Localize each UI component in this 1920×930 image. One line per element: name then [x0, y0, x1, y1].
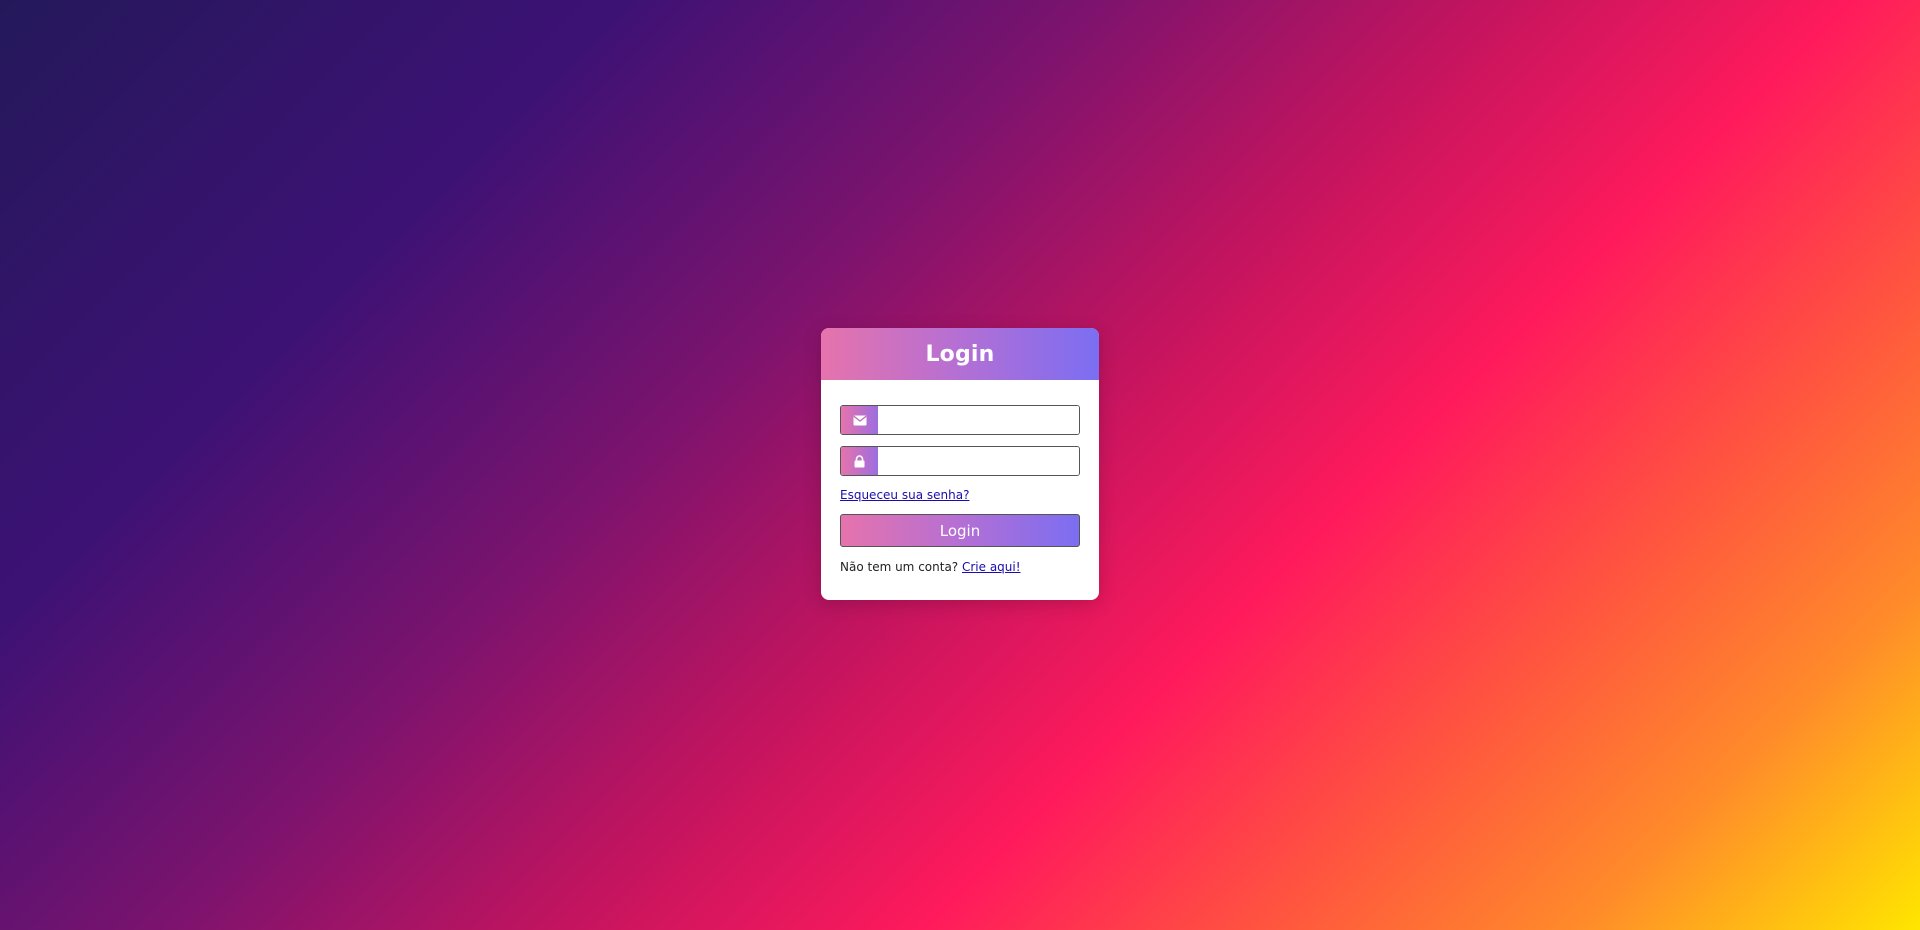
signup-prompt-text: Não tem um conta? — [840, 560, 962, 574]
password-field-group — [840, 446, 1080, 476]
signup-link[interactable]: Crie aqui! — [962, 560, 1021, 574]
email-input[interactable] — [878, 406, 1079, 434]
password-input[interactable] — [878, 447, 1079, 475]
login-button[interactable]: Login — [840, 514, 1080, 547]
login-form: Esqueceu sua senha? Login Não tem um con… — [821, 405, 1099, 574]
card-title: Login — [925, 341, 995, 367]
lock-icon — [841, 447, 878, 475]
envelope-icon — [841, 406, 878, 434]
signup-prompt-line: Não tem um conta? Crie aqui! — [840, 560, 1080, 574]
email-field-group — [840, 405, 1080, 435]
forgot-password-link[interactable]: Esqueceu sua senha? — [840, 488, 969, 502]
login-card-header: Login — [821, 328, 1099, 380]
login-card: Login Esqueceu sua senha? Login Não tem … — [821, 328, 1099, 600]
